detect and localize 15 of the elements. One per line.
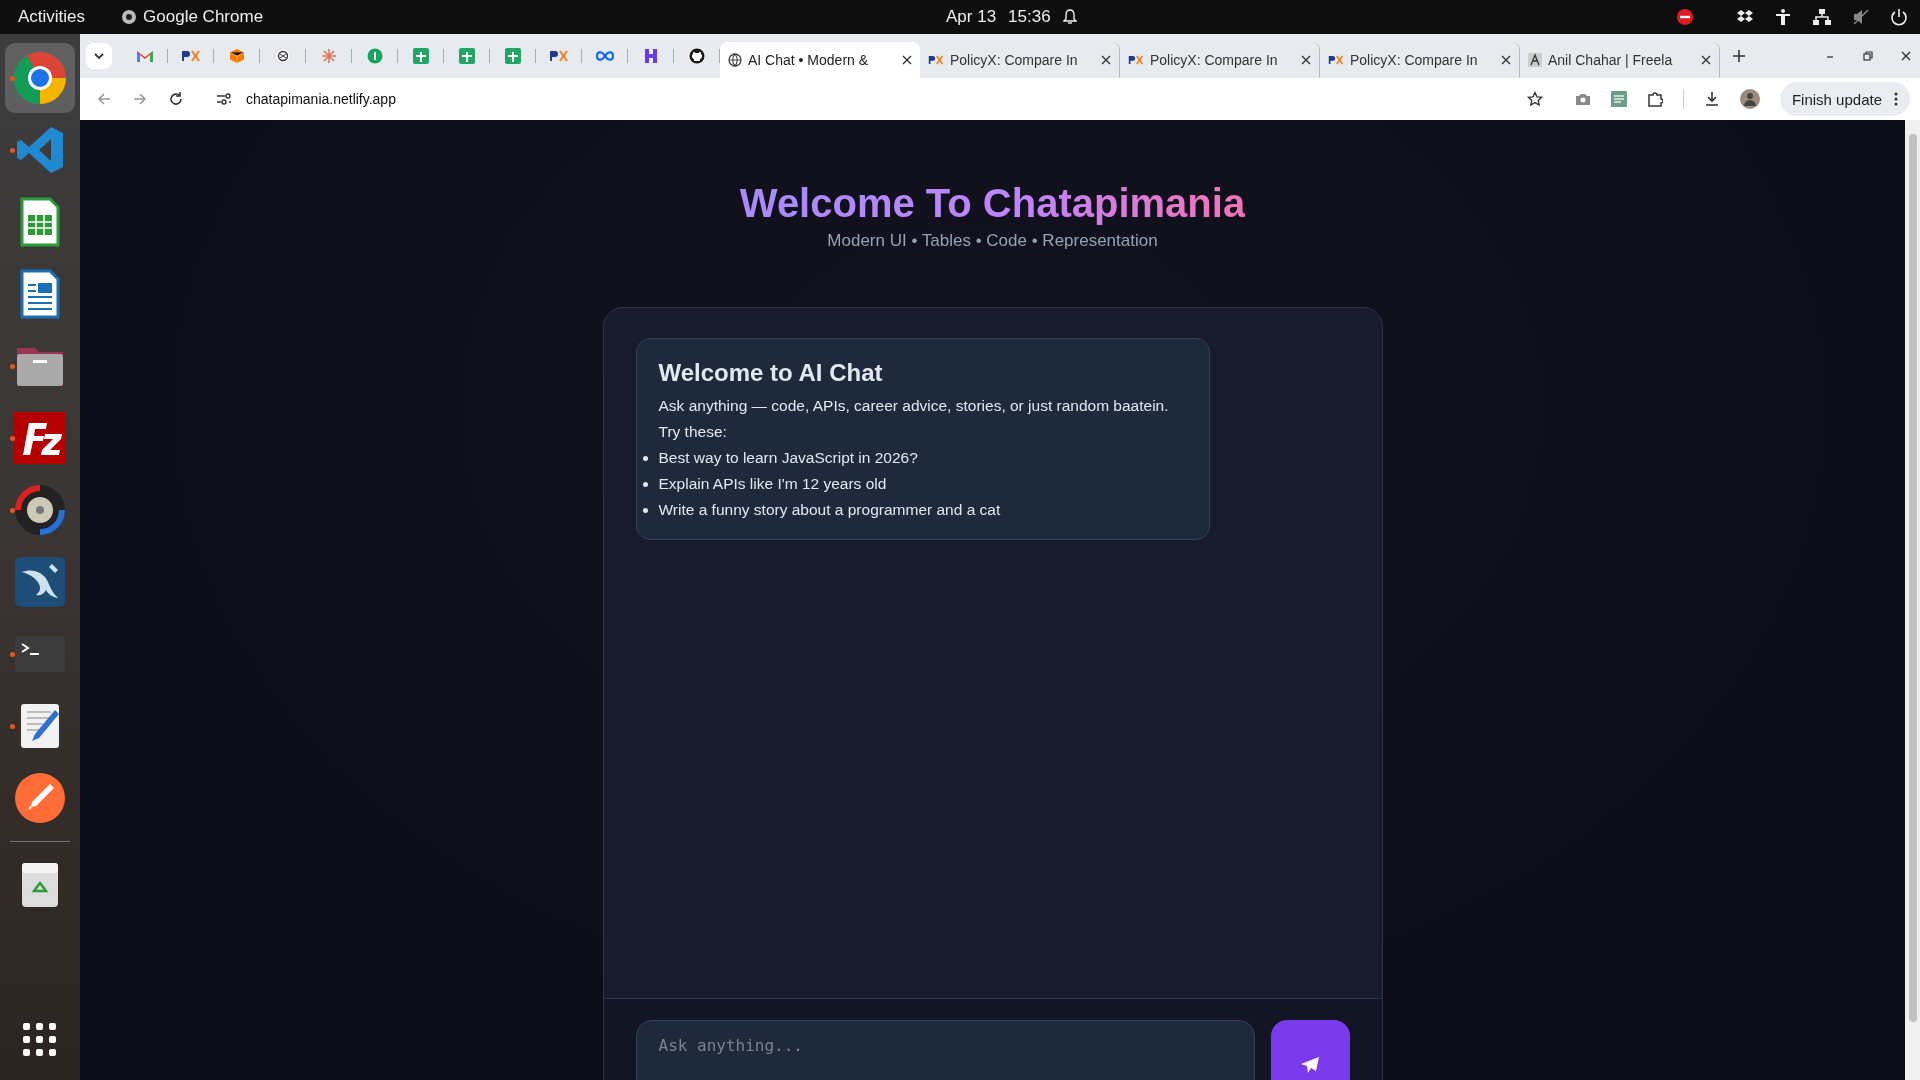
app-name[interactable]: Google Chrome (143, 7, 264, 27)
try-label: Try these: (658, 422, 728, 442)
message-input[interactable]: Ask anything... (635, 1020, 1255, 1080)
activities-button[interactable]: Activities (18, 7, 86, 27)
page-subtitle: Modern UI • Tables • Code • Representation (827, 231, 1158, 251)
finish-update-button[interactable]: Finish update (1779, 82, 1910, 116)
card-heading: Welcome to AI Chat (658, 359, 884, 387)
date-text[interactable]: Apr 13 (946, 7, 997, 27)
suggestion-text: Write a funny story about a programmer and a cat (658, 500, 1001, 520)
browser-tab[interactable]: AI Chat • Modern & (720, 42, 920, 78)
card-intro: Ask anything — code, APIs, career advice, stories, or just random baatein. (658, 396, 1170, 416)
suggestion-text: Best way to learn JavaScript in 2026? (658, 448, 918, 468)
url-text: chatapimania.netlify.app (246, 91, 396, 107)
suggestion-text: Explain APIs like I'm 12 years old (658, 474, 887, 494)
time-text[interactable]: 15:36 (1008, 7, 1051, 27)
